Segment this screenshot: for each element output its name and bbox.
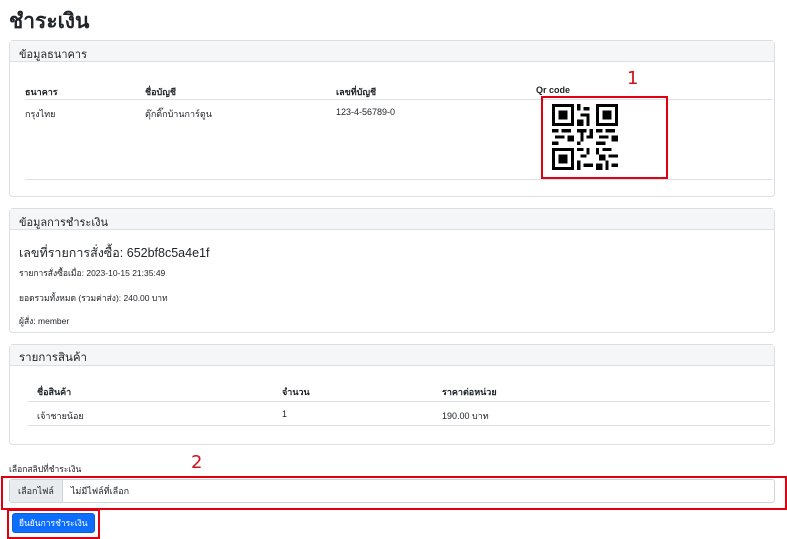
annotation-box-submit: [7, 509, 100, 539]
row-divider: [28, 425, 770, 426]
cell-account-name: ตุ๊กติ๊กบ้านการ์ตูน: [145, 109, 212, 119]
row-divider: [25, 179, 773, 180]
product-name: เจ้าชายน้อย: [37, 411, 84, 421]
col-unit-price: ราคาต่อหน่วย: [442, 387, 497, 397]
annotation-box-file-input: [1, 476, 787, 510]
order-date: รายการสั่งซื้อเมื่อ: 2023-10-15 21:35:49: [19, 268, 166, 278]
products-card: รายการสินค้า ชื่อสินค้า จำนวน ราคาต่อหน่…: [9, 344, 775, 445]
page-title: ชำระเงิน: [9, 10, 90, 33]
products-header: รายการสินค้า: [10, 345, 774, 366]
cell-bank: กรุงไทย: [25, 109, 56, 119]
col-bank: ธนาคาร: [25, 87, 58, 97]
order-buyer: ผู้สั่ง: member: [19, 316, 70, 326]
product-quantity: 1: [282, 409, 288, 419]
annotation-number-2: 2: [191, 452, 203, 473]
row-divider: [28, 401, 770, 402]
payment-info-header: ข้อมูลการชำระเงิน: [10, 209, 774, 230]
cell-account-no: 123-4-56789-0: [336, 107, 396, 117]
col-account-name: ชื่อบัญชี: [145, 87, 177, 97]
payment-info-card: ข้อมูลการชำระเงิน เลขที่รายการสั่งซื้อ: …: [9, 208, 775, 333]
order-number: เลขที่รายการสั่งซื้อ: 652bf8c5a4e1f: [19, 246, 210, 260]
annotation-box-qr: [541, 96, 668, 179]
col-qr-code: Qr code: [536, 85, 571, 95]
bank-info-header: ข้อมูลธนาคาร: [10, 41, 774, 62]
order-total: ยอดรวมทั้งหมด (รวมค่าส่ง): 240.00 บาท: [19, 293, 168, 303]
upload-slip-label: เลือกสลิปที่ชำระเงิน: [9, 464, 82, 474]
annotation-number-1: 1: [627, 68, 639, 89]
product-price: 190.00 บาท: [442, 411, 489, 421]
col-quantity: จำนวน: [282, 387, 310, 397]
col-product-name: ชื่อสินค้า: [37, 387, 72, 397]
col-account-no: เลขที่บัญชี: [336, 87, 377, 97]
